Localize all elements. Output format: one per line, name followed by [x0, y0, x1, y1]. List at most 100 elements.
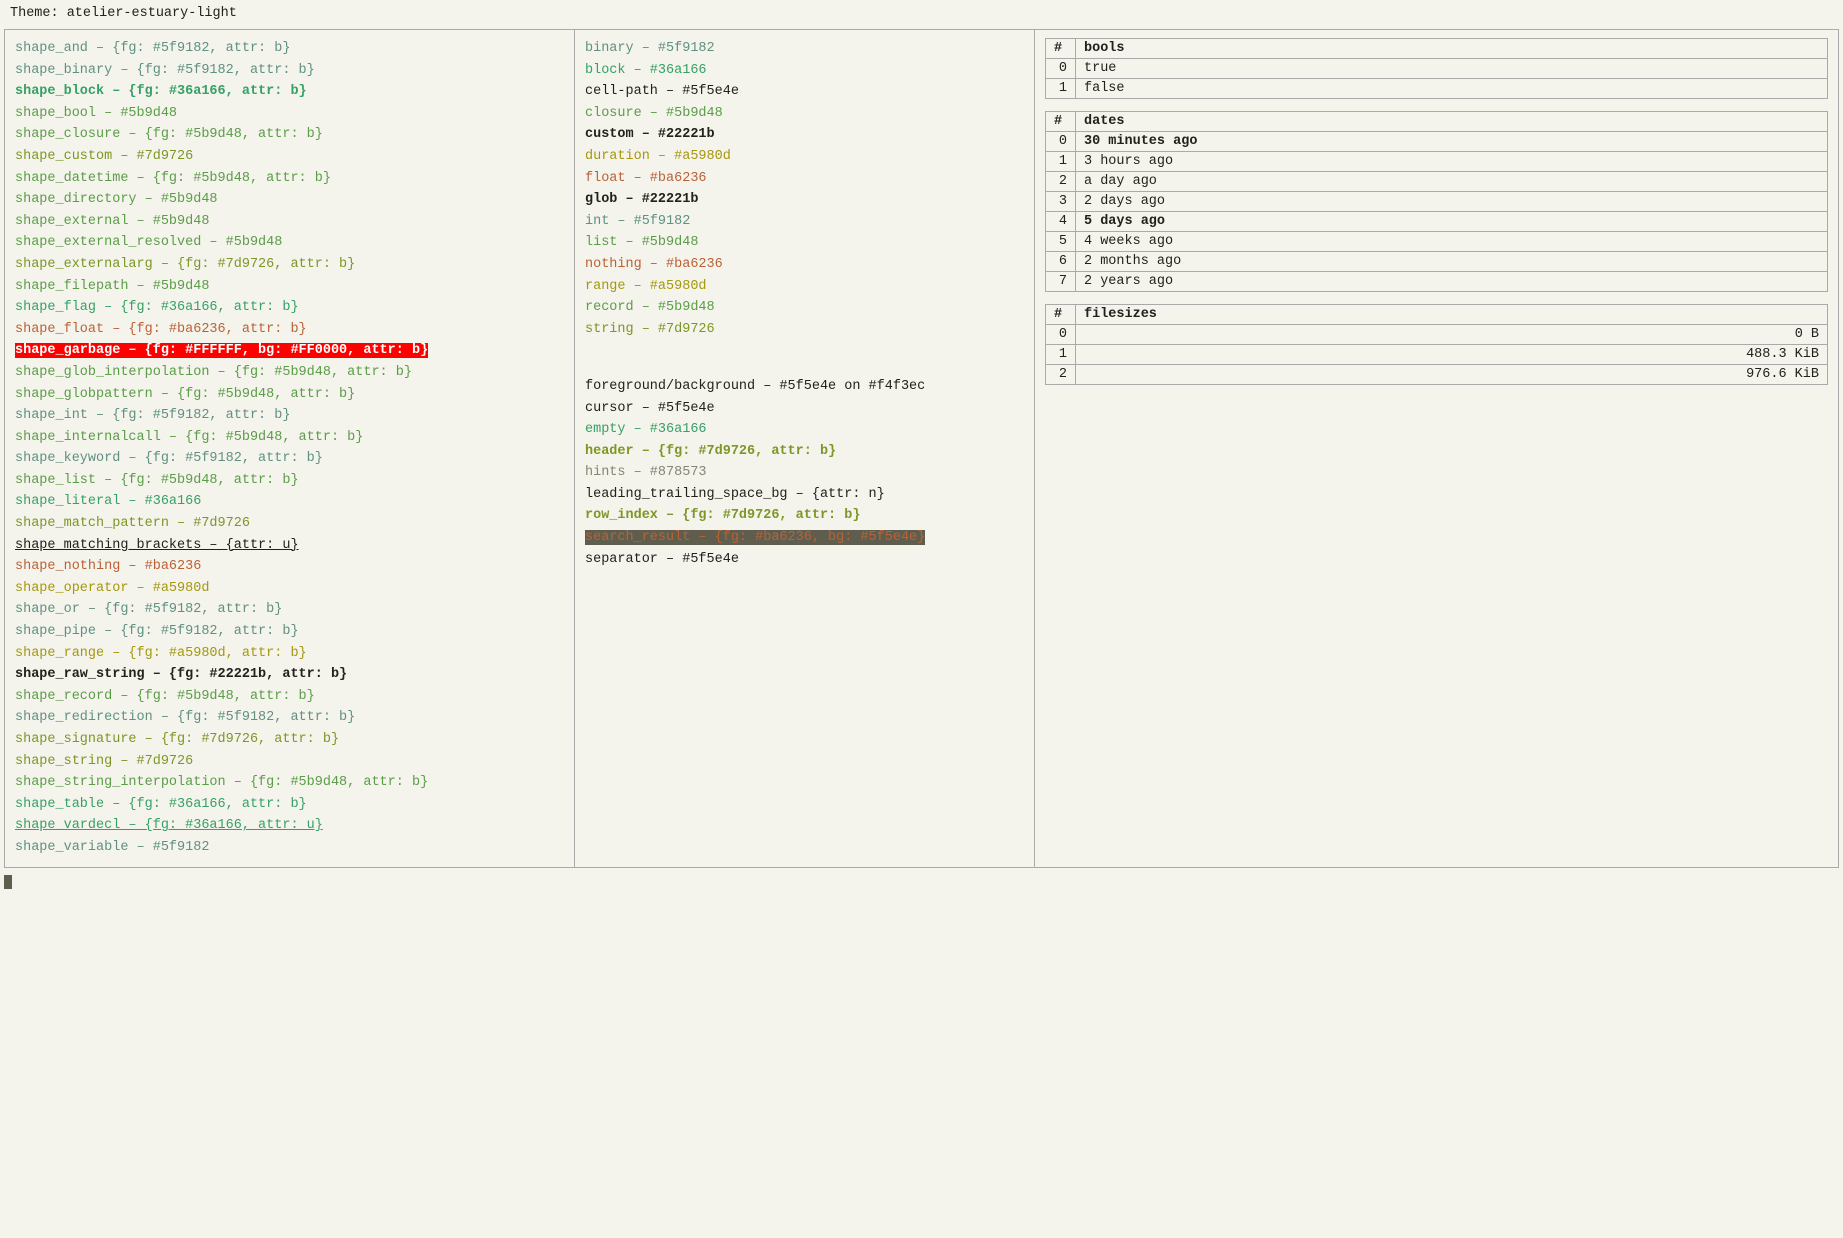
- bools-value-0: true: [1076, 59, 1828, 79]
- line-shape-string: shape_string – #7d9726: [15, 751, 564, 773]
- bools-id-0: 0: [1046, 59, 1076, 79]
- line-custom: custom – #22221b: [585, 124, 1024, 146]
- line-shape-redirection: shape_redirection – {fg: #5f9182, attr: …: [15, 707, 564, 729]
- line-nothing: nothing – #ba6236: [585, 254, 1024, 276]
- filesizes-col-title: filesizes: [1076, 305, 1828, 325]
- line-list: list – #5b9d48: [585, 232, 1024, 254]
- line-shape-custom: shape_custom – #7d9726: [15, 146, 564, 168]
- bools-value-1: false: [1076, 79, 1828, 99]
- line-binary: binary – #5f9182: [585, 38, 1024, 60]
- filesizes-col-hash: #: [1046, 305, 1076, 325]
- line-duration: duration – #a5980d: [585, 146, 1024, 168]
- line-shape-signature: shape_signature – {fg: #7d9726, attr: b}: [15, 729, 564, 751]
- line-shape-nothing: shape_nothing – #ba6236: [15, 556, 564, 578]
- dates-id-7: 7: [1046, 272, 1076, 292]
- dates-table: # dates 0 30 minutes ago 1 3 hours ago 2…: [1045, 111, 1828, 292]
- filesizes-id-1: 1: [1046, 345, 1076, 365]
- line-shape-external-resolved: shape_external_resolved – #5b9d48: [15, 232, 564, 254]
- dates-value-2: a day ago: [1076, 172, 1828, 192]
- bools-id-1: 1: [1046, 79, 1076, 99]
- main-container: shape_and – {fg: #5f9182, attr: b} shape…: [4, 29, 1839, 868]
- filesizes-value-2: 976.6 KiB: [1076, 365, 1828, 385]
- dates-value-7: 2 years ago: [1076, 272, 1828, 292]
- line-cell-path: cell-path – #5f5e4e: [585, 81, 1024, 103]
- filesizes-table: # filesizes 0 0 B 1 488.3 KiB 2 976.6 Ki…: [1045, 304, 1828, 385]
- dates-value-6: 2 months ago: [1076, 252, 1828, 272]
- dates-row-5: 5 4 weeks ago: [1046, 232, 1828, 252]
- dates-value-5: 4 weeks ago: [1076, 232, 1828, 252]
- dates-row-7: 7 2 years ago: [1046, 272, 1828, 292]
- bools-col-title: bools: [1076, 39, 1828, 59]
- line-cursor: cursor – #5f5e4e: [585, 398, 1024, 420]
- spacer-middle: [585, 354, 1024, 376]
- line-shape-string-interpolation: shape_string_interpolation – {fg: #5b9d4…: [15, 772, 564, 794]
- dates-id-3: 3: [1046, 192, 1076, 212]
- dates-row-1: 1 3 hours ago: [1046, 152, 1828, 172]
- dates-row-3: 3 2 days ago: [1046, 192, 1828, 212]
- line-row-index: row_index – {fg: #7d9726, attr: b}: [585, 505, 1024, 527]
- line-shape-raw-string: shape_raw_string – {fg: #22221b, attr: b…: [15, 664, 564, 686]
- line-shape-globpattern: shape_globpattern – {fg: #5b9d48, attr: …: [15, 384, 564, 406]
- dates-row-6: 6 2 months ago: [1046, 252, 1828, 272]
- filesizes-row-1: 1 488.3 KiB: [1046, 345, 1828, 365]
- line-shape-external: shape_external – #5b9d48: [15, 211, 564, 233]
- search-result-highlight: search_result – {fg: #ba6236, bg: #5f5e4…: [585, 530, 925, 545]
- dates-id-2: 2: [1046, 172, 1076, 192]
- line-shape-literal: shape_literal – #36a166: [15, 491, 564, 513]
- bools-row-1: 1 false: [1046, 79, 1828, 99]
- bools-col-hash: #: [1046, 39, 1076, 59]
- line-shape-and: shape_and – {fg: #5f9182, attr: b}: [15, 38, 564, 60]
- line-range: range – #a5980d: [585, 276, 1024, 298]
- line-separator: separator – #5f5e4e: [585, 549, 1024, 571]
- dates-row-2: 2 a day ago: [1046, 172, 1828, 192]
- dates-value-3: 2 days ago: [1076, 192, 1828, 212]
- line-closure: closure – #5b9d48: [585, 103, 1024, 125]
- filesizes-id-0: 0: [1046, 325, 1076, 345]
- line-header: header – {fg: #7d9726, attr: b}: [585, 441, 1024, 463]
- filesizes-value-0: 0 B: [1076, 325, 1828, 345]
- line-search-result: search_result – {fg: #ba6236, bg: #5f5e4…: [585, 527, 1024, 549]
- line-shape-table: shape_table – {fg: #36a166, attr: b}: [15, 794, 564, 816]
- dates-id-5: 5: [1046, 232, 1076, 252]
- line-string: string – #7d9726: [585, 319, 1024, 341]
- line-shape-directory: shape_directory – #5b9d48: [15, 189, 564, 211]
- line-shape-keyword: shape_keyword – {fg: #5f9182, attr: b}: [15, 448, 564, 470]
- filesizes-id-2: 2: [1046, 365, 1076, 385]
- dates-id-6: 6: [1046, 252, 1076, 272]
- line-shape-bool: shape_bool – #5b9d48: [15, 103, 564, 125]
- line-block: block – #36a166: [585, 60, 1024, 82]
- dates-row-0: 0 30 minutes ago: [1046, 132, 1828, 152]
- line-empty: empty – #36a166: [585, 419, 1024, 441]
- line-shape-externalarg: shape_externalarg – {fg: #7d9726, attr: …: [15, 254, 564, 276]
- garbage-highlight: shape_garbage – {fg: #FFFFFF, bg: #FF000…: [15, 343, 428, 358]
- bools-row-0: 0 true: [1046, 59, 1828, 79]
- line-hints: hints – #878573: [585, 462, 1024, 484]
- line-record: record – #5b9d48: [585, 297, 1024, 319]
- dates-value-4: 5 days ago: [1076, 212, 1828, 232]
- line-shape-match-pattern: shape_match_pattern – #7d9726: [15, 513, 564, 535]
- dates-row-4: 4 5 days ago: [1046, 212, 1828, 232]
- dates-col-title: dates: [1076, 112, 1828, 132]
- line-shape-int: shape_int – {fg: #5f9182, attr: b}: [15, 405, 564, 427]
- line-shape-matching-brackets: shape_matching_brackets – {attr: u}: [15, 535, 564, 557]
- filesizes-row-0: 0 0 B: [1046, 325, 1828, 345]
- right-column: # bools 0 true 1 false # dates: [1035, 30, 1838, 867]
- dates-id-4: 4: [1046, 212, 1076, 232]
- dates-value-1: 3 hours ago: [1076, 152, 1828, 172]
- dates-col-hash: #: [1046, 112, 1076, 132]
- line-shape-or: shape_or – {fg: #5f9182, attr: b}: [15, 599, 564, 621]
- line-shape-glob-interpolation: shape_glob_interpolation – {fg: #5b9d48,…: [15, 362, 564, 384]
- theme-title: Theme: atelier-estuary-light: [0, 0, 1843, 27]
- dates-id-0: 0: [1046, 132, 1076, 152]
- dates-value-0: 30 minutes ago: [1076, 132, 1828, 152]
- line-shape-block: shape_block – {fg: #36a166, attr: b}: [15, 81, 564, 103]
- line-shape-pipe: shape_pipe – {fg: #5f9182, attr: b}: [15, 621, 564, 643]
- line-glob: glob – #22221b: [585, 189, 1024, 211]
- line-shape-closure: shape_closure – {fg: #5b9d48, attr: b}: [15, 124, 564, 146]
- dates-id-1: 1: [1046, 152, 1076, 172]
- bools-table: # bools 0 true 1 false: [1045, 38, 1828, 99]
- line-shape-internalcall: shape_internalcall – {fg: #5b9d48, attr:…: [15, 427, 564, 449]
- line-foreground-background: foreground/background – #5f5e4e on #f4f3…: [585, 376, 1024, 398]
- line-shape-garbage: shape_garbage – {fg: #FFFFFF, bg: #FF000…: [15, 340, 564, 362]
- line-shape-range: shape_range – {fg: #a5980d, attr: b}: [15, 643, 564, 665]
